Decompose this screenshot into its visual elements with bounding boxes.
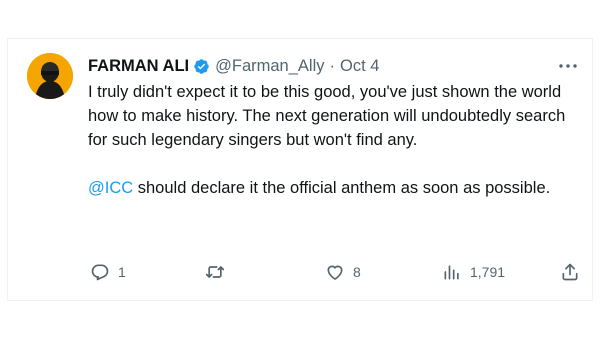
share-icon [562, 263, 578, 281]
tweet-paragraph-text: should declare it the official anthem as… [133, 179, 551, 197]
author-handle[interactable]: @Farman_Ally [215, 57, 324, 76]
retweet-button[interactable] [204, 260, 234, 284]
action-bar: 1 8 1,791 [88, 260, 582, 284]
reply-icon [91, 264, 109, 281]
tweet-date[interactable]: Oct 4 [340, 57, 379, 76]
analytics-icon [444, 265, 459, 280]
share-button[interactable] [560, 260, 580, 284]
views-button[interactable]: 1,791 [442, 260, 505, 284]
retweet-icon [205, 266, 225, 278]
tweet-paragraph: I truly didn't expect it to be this good… [88, 83, 566, 149]
separator-dot: · [329, 56, 336, 75]
tweet-header: FARMAN ALI @Farman_Ally · Oct 4 [88, 56, 379, 76]
reply-button[interactable]: 1 [90, 260, 126, 284]
heart-icon [327, 265, 343, 280]
more-dots-icon[interactable] [558, 62, 578, 70]
like-count: 8 [353, 264, 361, 280]
mention-link[interactable]: @ICC [88, 179, 133, 197]
like-button[interactable]: 8 [325, 260, 361, 284]
views-count: 1,791 [470, 264, 506, 280]
verified-badge-icon [194, 58, 209, 74]
author-name[interactable]: FARMAN ALI [88, 57, 189, 76]
reply-count: 1 [118, 264, 126, 280]
tweet-text: I truly didn't expect it to be this good… [88, 80, 580, 200]
avatar-image [27, 53, 73, 99]
tweet-paragraph: @ICC should declare it the official anth… [88, 176, 580, 200]
avatar[interactable] [27, 53, 73, 99]
